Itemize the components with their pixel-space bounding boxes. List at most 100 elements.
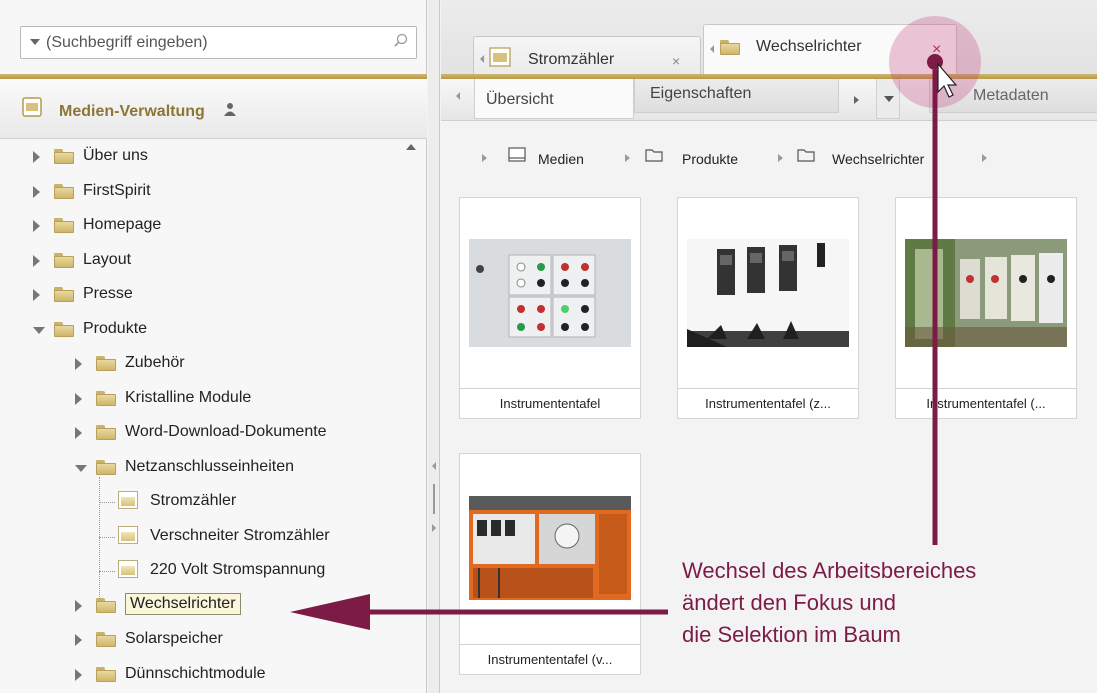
tab-uebersicht[interactable]: Übersicht [474,79,634,119]
tab-close-button[interactable]: × [932,41,941,59]
navigation-panel: Medien-Verwaltung Über uns FirstSpirit Hom… [0,0,427,693]
tab-scroll-left-icon[interactable] [480,55,484,63]
tree-node-label: Stromzähler [150,492,237,509]
tree-node[interactable]: Netzanschlusseinheiten [0,451,400,485]
view-tab-menu-button[interactable] [876,79,900,119]
chevron-right-icon[interactable] [75,427,82,439]
chevron-right-icon[interactable] [75,358,82,370]
view-tab-scroll-right-icon[interactable] [854,96,859,104]
folder-icon [96,459,116,475]
collapse-left-icon[interactable] [432,462,436,470]
splitter-grip[interactable] [433,484,435,514]
tab-eigenschaften[interactable]: Eigenschaften [634,79,839,113]
tree-node[interactable]: Über uns [0,140,400,174]
tab-close-button[interactable]: × [672,53,680,69]
tree-node[interactable]: Homepage [0,209,400,243]
tree-connector [99,502,115,503]
tab-metadaten[interactable]: Metadaten [929,79,1097,113]
tree-node[interactable]: Dünnschichtmodule [0,658,400,692]
image-icon [489,47,511,67]
tree-node[interactable]: Layout [0,244,400,278]
breadcrumb-item[interactable]: Medien [538,151,584,167]
chevron-right-icon[interactable] [33,151,40,163]
folder-icon [96,356,116,371]
tree-node[interactable]: Produkte [0,313,400,347]
media-icon [508,147,526,162]
user-icon [224,103,236,116]
chevron-right-icon[interactable] [33,220,40,232]
tree-node[interactable]: Zubehör [0,347,400,381]
tree-node[interactable]: Presse [0,278,400,312]
tree-node[interactable]: Solarspeicher [0,623,400,657]
chevron-right-icon[interactable] [75,668,82,681]
media-card[interactable]: Instrumententafel [459,197,641,419]
folder-icon [54,321,74,337]
tree-connector [99,476,100,599]
tree-node-label: Verschneiter Stromzähler [150,526,330,544]
folder-outline-icon [645,149,663,162]
tab-scroll-left-icon[interactable] [710,45,714,53]
chevron-right-icon[interactable] [33,289,40,301]
chevron-right-icon[interactable] [75,634,82,646]
media-card[interactable]: Instrumententafel (z... [677,197,859,419]
chevron-down-icon[interactable] [75,464,87,472]
chevron-right-icon[interactable] [33,185,40,198]
chevron-right-icon[interactable] [75,599,82,612]
media-caption: Instrumententafel (z... [678,388,858,419]
thumbnail-image [905,239,1067,347]
tree-node[interactable]: Wechselrichter [0,589,400,623]
search-icon[interactable] [394,33,408,47]
media-caption: Instrumententafel [460,388,640,419]
annotation-line: ändert den Fokus und [682,590,897,615]
tree-node-label: Homepage [83,216,162,233]
panel-splitter[interactable] [428,0,440,693]
tree-node-label: Wechselrichter [125,592,241,615]
tree-node-label: Dünnschichtmodule [125,664,266,682]
chevron-right-icon[interactable] [33,254,40,267]
media-caption: Instrumententafel (... [896,388,1076,419]
tree-connector [99,571,115,572]
tree-node-label: Netzanschlusseinheiten [125,457,294,475]
view-tab-scroll-left-icon[interactable] [456,92,460,100]
folder-icon [54,183,74,199]
folder-icon [54,149,74,164]
tree-node[interactable]: 220 Volt Stromspannung [0,554,400,588]
breadcrumb-item[interactable]: Wechselrichter [832,151,924,167]
folder-icon [54,287,74,302]
tree-node-label: Presse [83,285,133,302]
tree-node[interactable]: Verschneiter Stromzähler [0,520,400,554]
scroll-up-icon[interactable] [406,144,416,150]
collapse-right-icon[interactable] [432,524,436,532]
tree-node[interactable]: Stromzähler [0,485,400,519]
media-management-icon [22,97,42,117]
folder-icon [96,597,116,613]
tab-wechselrichter[interactable]: Wechselrichter × [703,24,957,78]
annotation-text: Wechsel des Arbeitsbereiches ändert den … [682,555,976,651]
tree-node-label: Layout [83,250,132,268]
thumbnail-image [469,239,631,347]
search-input[interactable] [46,32,376,54]
image-icon [118,491,138,509]
breadcrumb-separator-icon [778,154,783,162]
tab-label: Wechselrichter [756,38,862,55]
panel-title: Medien-Verwaltung [59,103,205,120]
tree-node-label: FirstSpirit [83,181,151,199]
media-card[interactable]: Instrumententafel (v... [459,453,641,675]
tree-node-label: Word-Download-Dokumente [125,423,327,440]
tree-node[interactable]: FirstSpirit [0,175,400,209]
breadcrumb-item[interactable]: Produkte [682,151,738,167]
tree-node[interactable]: Word-Download-Dokumente [0,416,400,450]
image-icon [118,560,138,578]
chevron-right-icon[interactable] [75,392,82,405]
media-card[interactable]: Instrumententafel (... [895,197,1077,419]
tree-node[interactable]: Kristalline Module [0,382,400,416]
folder-icon [54,252,74,268]
chevron-down-icon[interactable] [33,326,45,334]
view-tab-label: Eigenschaften [650,85,752,102]
tree-node-label: 220 Volt Stromspannung [150,561,326,578]
search-dropdown-icon[interactable] [30,39,40,45]
search-box[interactable] [20,26,417,59]
folder-outline-icon [797,149,815,162]
tree-node-label: Produkte [83,319,148,337]
folder-icon [54,218,74,233]
